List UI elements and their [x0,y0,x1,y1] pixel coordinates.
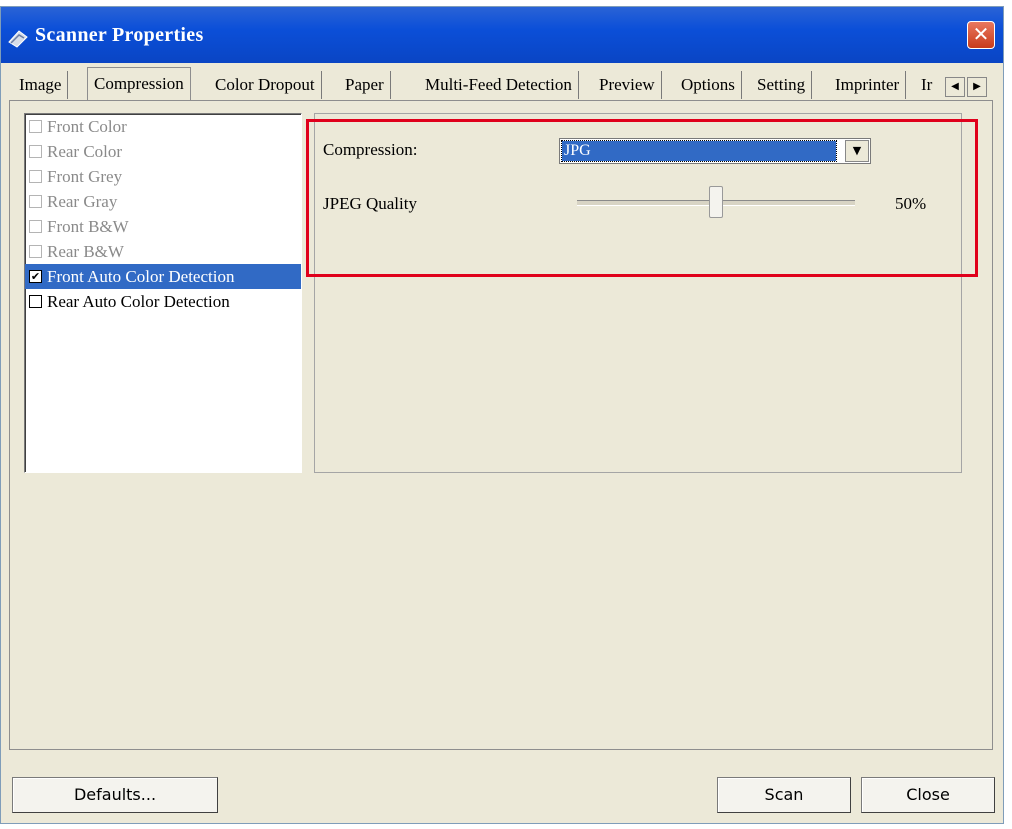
list-item-label: Rear Color [47,142,123,161]
tab-paper[interactable]: Paper [339,71,391,99]
checkbox[interactable] [29,145,42,158]
checkbox[interactable] [29,220,42,233]
list-item-front-color[interactable]: Front Color [25,114,301,139]
list-item-front-bw[interactable]: Front B&W [25,214,301,239]
checkbox-checked[interactable]: ✔ [29,270,42,283]
window-title: Scanner Properties [35,24,204,46]
tab-color-dropout[interactable]: Color Dropout [209,71,322,99]
annotation-highlight-box [306,119,978,277]
tab-image[interactable]: Image [13,71,69,99]
checkbox[interactable] [29,195,42,208]
checkbox[interactable] [29,245,42,258]
list-item-front-grey[interactable]: Front Grey [25,164,301,189]
list-item-rear-gray[interactable]: Rear Gray [25,189,301,214]
tab-strip: Image Compression Color Dropout Paper Mu… [9,67,994,101]
list-item-rear-color[interactable]: Rear Color [25,139,301,164]
list-item-label: Front Grey [47,167,123,186]
list-item-rear-bw[interactable]: Rear B&W [25,239,301,264]
arrow-right-icon: ▶ [973,81,981,92]
tab-truncated[interactable]: Ir [917,71,945,99]
tab-compression[interactable]: Compression [87,67,191,101]
close-button[interactable]: Close [861,777,995,813]
arrow-left-icon: ◀ [951,81,959,92]
image-type-list[interactable]: Front Color Rear Color Front Grey Rear G… [24,113,302,473]
tab-setting[interactable]: Setting [751,71,813,99]
tab-imprinter[interactable]: Imprinter [829,71,907,99]
list-item-rear-auto-color-detection[interactable]: Rear Auto Color Detection [25,289,301,314]
tab-preview[interactable]: Preview [593,71,662,99]
tab-scroll-right-button[interactable]: ▶ [967,77,987,97]
tab-scroll-left-button[interactable]: ◀ [945,77,965,97]
tab-multi-feed-detection[interactable]: Multi-Feed Detection [419,71,579,99]
list-item-label: Front B&W [47,217,129,236]
list-item-label: Front Color [47,117,127,136]
title-bar[interactable]: Scanner Properties ✕ [1,7,1003,63]
list-item-label: Rear B&W [47,242,124,261]
tab-options[interactable]: Options [675,71,742,99]
list-item-label: Rear Auto Color Detection [47,292,230,311]
scanner-app-icon [8,30,28,48]
list-item-label: Rear Gray [47,192,118,211]
close-icon: ✕ [972,22,990,46]
scanner-properties-dialog: Scanner Properties ✕ Image Compression C… [0,6,1004,824]
defaults-button[interactable]: Defaults... [12,777,218,813]
checkmark-icon: ✔ [30,270,41,283]
checkbox[interactable] [29,170,42,183]
list-item-label: Front Auto Color Detection [47,267,235,286]
checkbox[interactable] [29,295,42,308]
close-window-button[interactable]: ✕ [967,21,995,49]
scan-button[interactable]: Scan [717,777,851,813]
list-item-front-auto-color-detection[interactable]: ✔ Front Auto Color Detection [25,264,301,289]
checkbox[interactable] [29,120,42,133]
